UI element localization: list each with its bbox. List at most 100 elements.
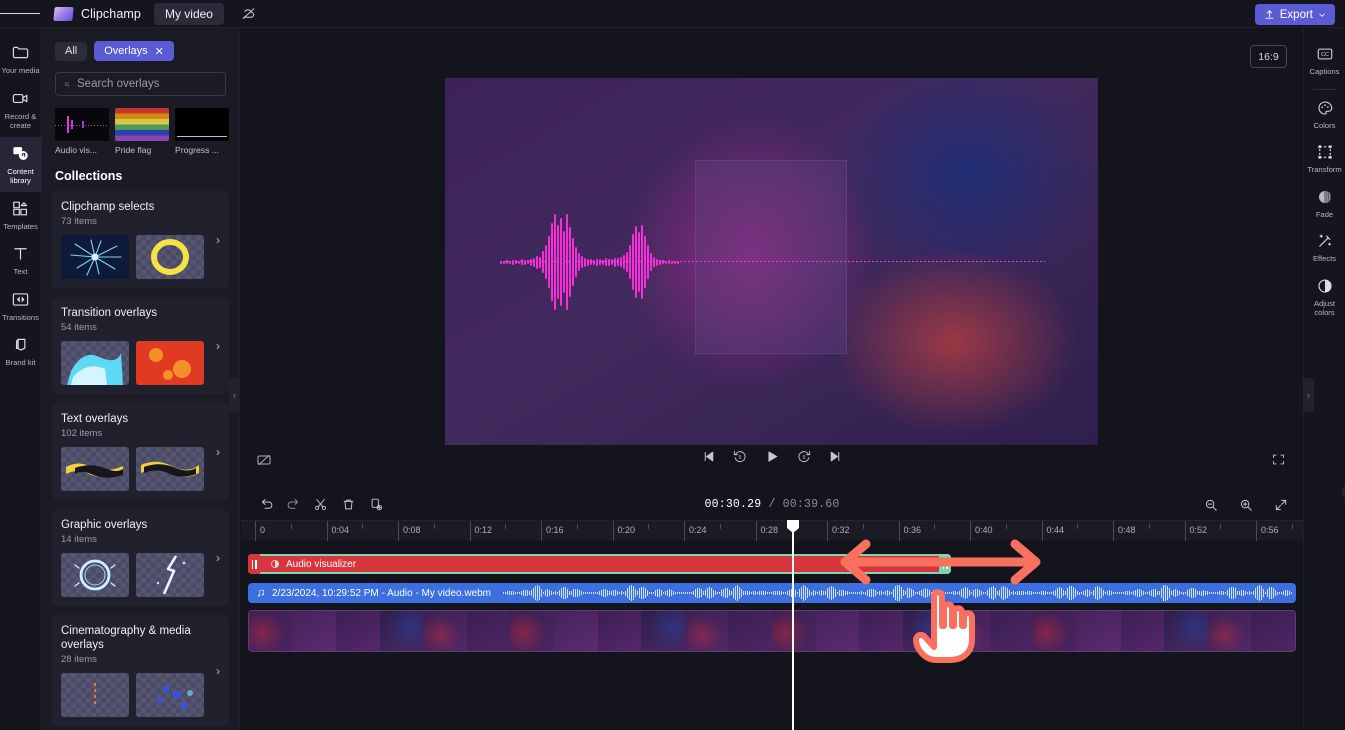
thumb-red-burst[interactable] — [136, 341, 204, 385]
sidebar-item-label: Text — [13, 267, 28, 276]
skip-to-end-button[interactable] — [828, 449, 843, 464]
property-item-transform[interactable]: Transform — [1304, 136, 1345, 181]
play-button[interactable] — [764, 448, 781, 465]
featured-item-audio-visualizer[interactable]: Audio vis... — [55, 108, 109, 155]
brand-kit-icon — [15, 338, 26, 351]
ruler-minor-tick — [290, 524, 292, 529]
export-button[interactable]: Export — [1254, 4, 1335, 25]
aspect-ratio-button[interactable]: 16:9 — [1250, 45, 1287, 68]
featured-item-pride-flag[interactable]: Pride flag — [115, 108, 169, 155]
thumb-yellow-black-brush[interactable] — [61, 447, 129, 491]
thumb-cyan-splash[interactable] — [61, 341, 129, 385]
ruler-minor-tick — [362, 524, 364, 529]
clip-drag-grip[interactable] — [248, 554, 260, 574]
fit-to-screen-button[interactable] — [1268, 492, 1293, 517]
collapse-panel-right-handle[interactable]: › — [1303, 378, 1314, 412]
collapse-panel-left-handle[interactable]: ‹ — [229, 378, 239, 412]
collection-text-overlays[interactable]: Text overlays 102 items › — [52, 403, 229, 500]
undo-button[interactable] — [255, 492, 280, 517]
playhead[interactable] — [787, 520, 799, 730]
chevron-right-icon[interactable]: › — [216, 551, 220, 565]
thumb-black-yellow-brush[interactable] — [136, 447, 204, 491]
collection-name: Cinematography & media overlays — [61, 625, 191, 651]
rewind-5-button[interactable]: 5 — [733, 449, 748, 464]
timeline-toolbar: 00:30.29 / 00:39.60 — [241, 489, 1303, 520]
collection-graphic-overlays[interactable]: Graphic overlays 14 items › — [52, 509, 229, 606]
chevron-right-icon[interactable]: › — [216, 445, 220, 459]
chevron-right-icon[interactable]: › — [216, 339, 220, 353]
search-overlays-box[interactable] — [55, 72, 226, 96]
redo-button[interactable] — [280, 492, 305, 517]
timeline-clip-overlay[interactable]: Audio visualizer — [248, 554, 951, 574]
collection-name: Clipchamp selects — [61, 201, 155, 213]
hamburger-menu-icon[interactable] — [0, 0, 40, 28]
zoom-out-button[interactable] — [1198, 492, 1223, 517]
timeline-ruler[interactable]: 0 0:04 0:08 0:12 0:16 0:20 0:24 0:28 0:32 0:36 0:4… — [241, 520, 1303, 541]
thumb-yellow-ring[interactable] — [136, 235, 204, 279]
close-icon[interactable]: ✕ — [155, 45, 164, 58]
video-thumbnail — [554, 611, 598, 651]
timeline-clip-video[interactable] — [248, 610, 1296, 652]
collection-thumbs — [61, 341, 220, 385]
closed-captions-icon: CC — [1317, 48, 1332, 60]
sidebar-item-record-create[interactable]: Record & create — [0, 82, 42, 137]
delete-button[interactable] — [336, 492, 361, 517]
property-item-colors[interactable]: Colors — [1304, 92, 1345, 137]
ruler-tick-label: 0:12 — [474, 524, 493, 535]
filter-chip-overlays[interactable]: Overlays ✕ — [94, 41, 174, 61]
sidebar-item-content-library[interactable]: Content library — [0, 136, 42, 192]
sidebar-item-templates[interactable]: Templates — [0, 192, 42, 238]
video-thumbnail — [989, 611, 1034, 651]
top-bar: Clipchamp My video Export — [0, 0, 1345, 28]
featured-item-progress-bar[interactable]: Progress ... — [175, 108, 229, 155]
skip-to-start-button[interactable] — [702, 449, 717, 464]
video-preview[interactable] — [445, 78, 1098, 445]
collection-transition-overlays[interactable]: Transition overlays 54 items › — [52, 297, 229, 394]
captions-off-icon[interactable] — [256, 452, 272, 468]
chevron-right-icon[interactable]: › — [216, 233, 220, 247]
sidebar-item-text[interactable]: Text — [0, 237, 42, 283]
thumb-orange-specks[interactable] — [61, 673, 129, 717]
audio-waveform-visualizer — [500, 198, 679, 326]
sidebar-item-your-media[interactable]: Your media — [0, 36, 42, 82]
ruler-tick-label: 0:48 — [1118, 524, 1136, 535]
project-name-button[interactable]: My video — [153, 2, 224, 25]
chevron-right-icon[interactable]: › — [216, 664, 220, 678]
folder-icon — [12, 46, 29, 59]
property-item-adjust-colors[interactable]: Adjust colors — [1304, 270, 1345, 324]
timeline: 00:30.29 / 00:39.60 0 0:04 0:08 0:12 0:1… — [241, 489, 1303, 730]
search-input[interactable] — [77, 78, 217, 90]
thumb-neon-bolt[interactable] — [136, 553, 204, 597]
ruler-tick-label: 0:36 — [903, 524, 922, 535]
split-button[interactable] — [308, 492, 333, 517]
video-thumbnail — [1207, 611, 1252, 651]
collection-cinematography-media-overlays[interactable]: Cinematography & media overlays 28 items… — [52, 615, 229, 726]
clip-trim-handle-right[interactable] — [939, 554, 951, 574]
clip-label: Audio visualizer — [286, 558, 357, 570]
ruler-tick-label: 0:04 — [331, 524, 350, 535]
sidebar-item-brand-kit[interactable]: Brand kit — [0, 328, 42, 374]
zoom-in-button[interactable] — [1233, 492, 1258, 517]
brand-name: Clipchamp — [81, 6, 141, 21]
filter-chip-all[interactable]: All — [55, 41, 88, 61]
cloud-off-icon[interactable] — [238, 3, 260, 25]
chevron-down-icon — [1319, 13, 1325, 17]
collection-name: Text overlays — [61, 413, 129, 425]
ruler-tick-label: 0:56 — [1261, 524, 1279, 535]
property-item-captions[interactable]: CC Captions — [1304, 38, 1345, 83]
thumb-neon-circle[interactable] — [61, 553, 129, 597]
thumb-lightning-burst[interactable] — [61, 235, 129, 279]
preview-stage: 16:9 5 5 — [241, 28, 1345, 528]
sidebar-item-transitions[interactable]: Transitions — [0, 283, 42, 329]
property-item-effects[interactable]: Effects — [1304, 225, 1345, 270]
fullscreen-button[interactable] — [1271, 452, 1286, 467]
collection-clipchamp-selects[interactable]: Clipchamp selects 73 items › — [52, 191, 229, 288]
forward-5-button[interactable]: 5 — [797, 449, 812, 464]
duplicate-button[interactable] — [364, 492, 389, 517]
thumb-blue-bokeh[interactable] — [136, 673, 204, 717]
sidebar-item-label: Your media — [1, 66, 40, 75]
property-item-fade[interactable]: Fade — [1304, 181, 1345, 226]
video-thumbnail — [946, 611, 990, 651]
timeline-clip-audio[interactable]: 2/23/2024, 10:29:52 PM - Audio - My vide… — [248, 583, 1296, 603]
featured-item-caption: Progress ... — [175, 145, 219, 155]
